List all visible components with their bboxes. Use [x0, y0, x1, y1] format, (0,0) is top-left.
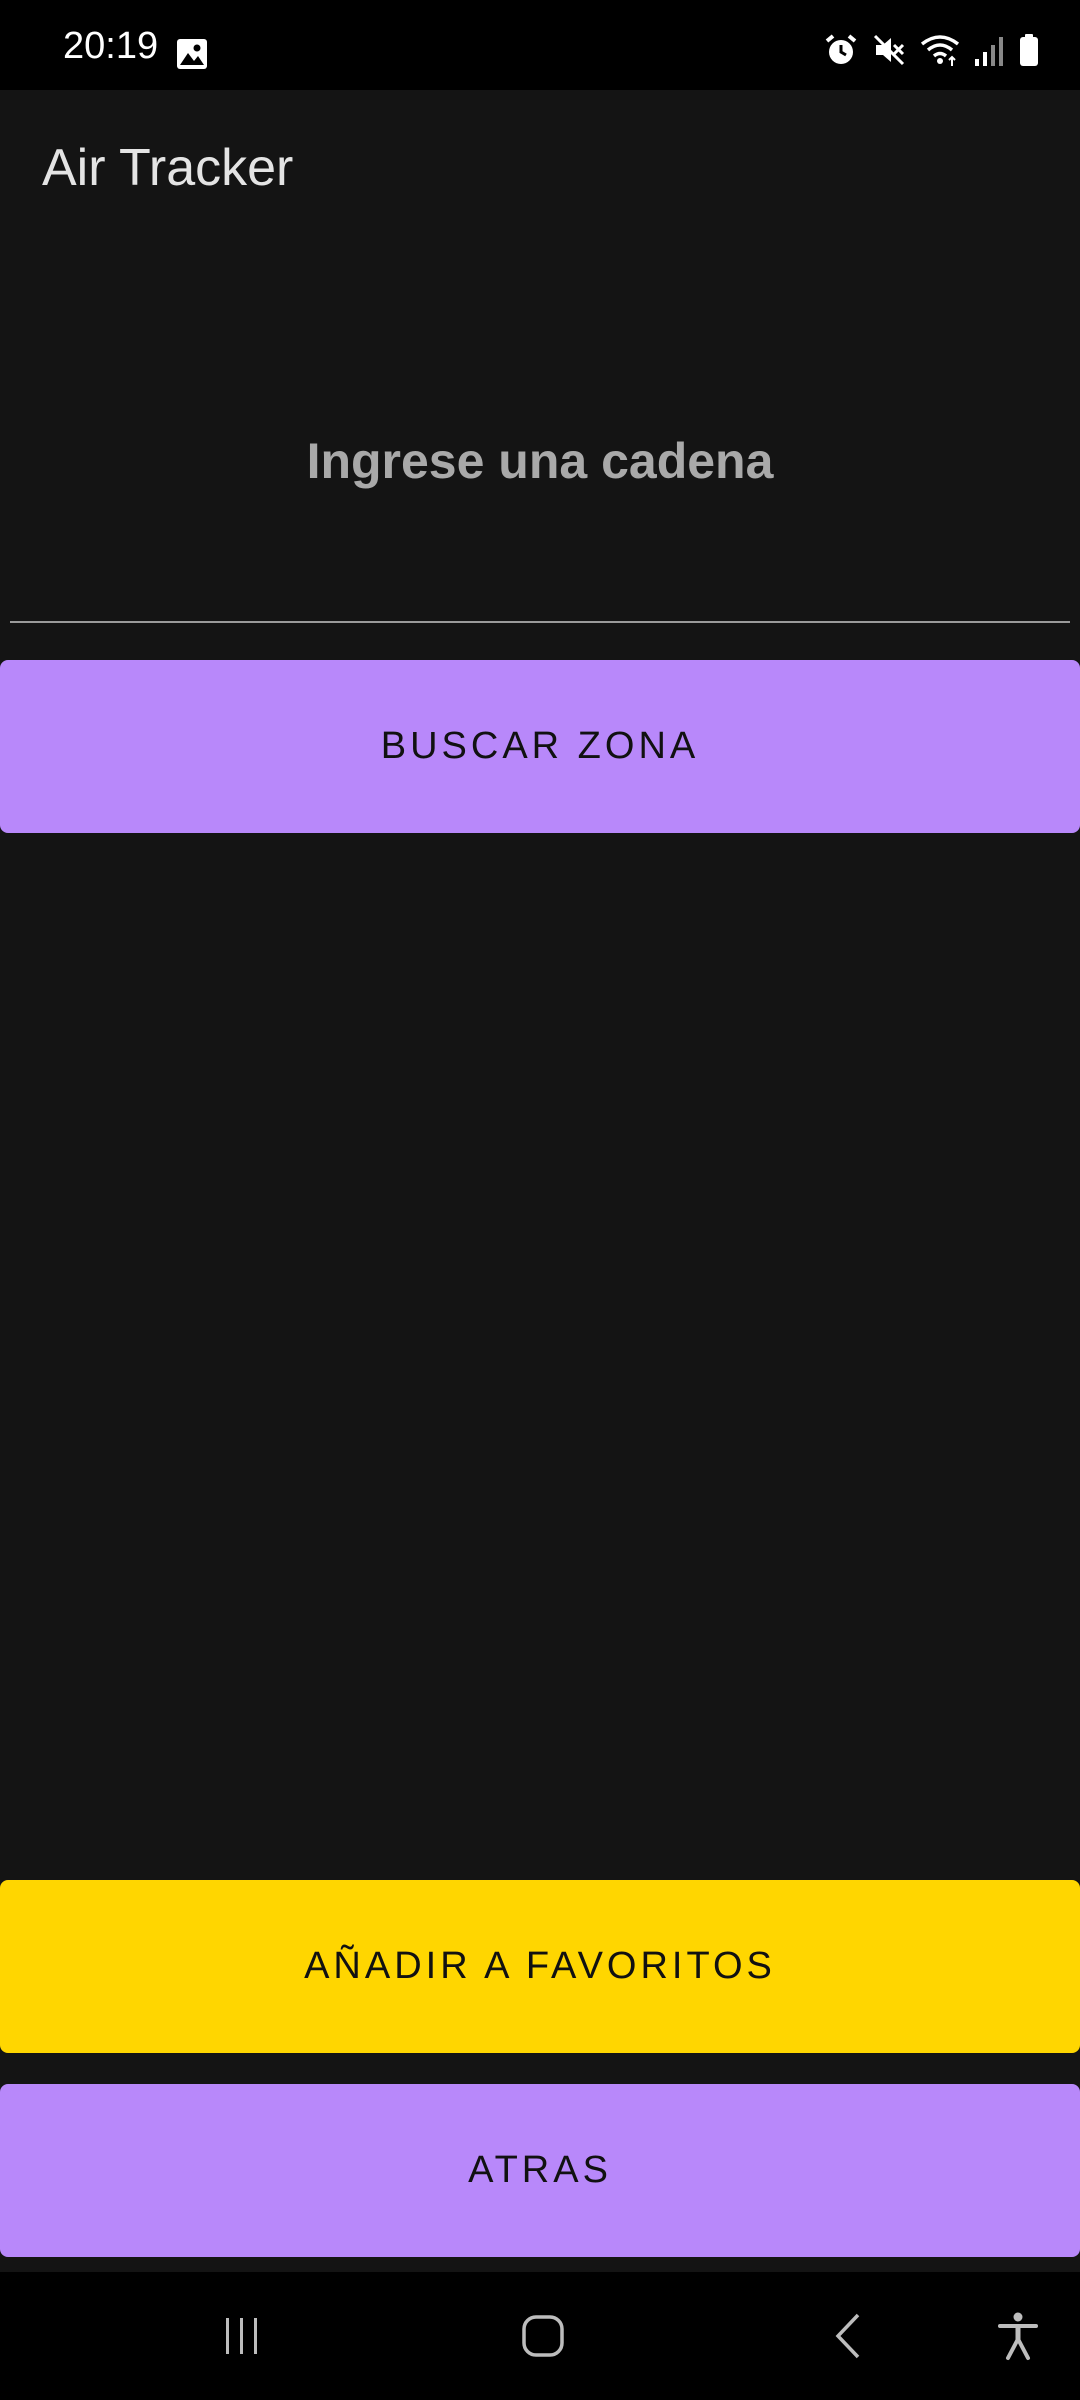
mute-icon	[873, 34, 905, 66]
alarm-icon	[825, 34, 857, 64]
navigation-bar	[0, 2272, 1080, 2400]
back-icon	[835, 2313, 860, 2359]
recents-button[interactable]	[162, 2272, 322, 2400]
search-field[interactable]	[10, 360, 1070, 623]
status-time: 20:19	[63, 25, 159, 67]
home-icon	[522, 2315, 564, 2357]
screen: 20:19 Air Tracker Ingrese una cadena BUS…	[0, 0, 1080, 2400]
status-icons	[824, 30, 1040, 70]
signal-icon	[975, 37, 1003, 66]
status-bar: 20:19	[0, 0, 1080, 90]
search-input-underline	[10, 621, 1070, 623]
search-zone-button-label: BUSCAR ZONA	[380, 725, 700, 767]
back-button[interactable]: ATRAS	[0, 2084, 1080, 2257]
app-bar: Air Tracker	[0, 90, 1080, 240]
search-input[interactable]	[10, 360, 1070, 622]
recents-icon	[226, 2318, 257, 2354]
accessibility-button[interactable]	[938, 2272, 1080, 2400]
gallery-icon	[177, 39, 207, 69]
search-zone-button[interactable]: BUSCAR ZONA	[0, 660, 1080, 833]
home-button[interactable]	[463, 2272, 623, 2400]
wifi-icon	[920, 35, 960, 66]
battery-icon	[1020, 34, 1038, 66]
accessibility-icon	[998, 2312, 1038, 2360]
back-nav-button[interactable]	[768, 2272, 928, 2400]
back-button-label: ATRAS	[468, 2149, 612, 2191]
add-to-favorites-button-label: AÑADIR A FAVORITOS	[304, 1945, 776, 1987]
app-title: Air Tracker	[42, 139, 294, 197]
add-to-favorites-button[interactable]: AÑADIR A FAVORITOS	[0, 1880, 1080, 2053]
